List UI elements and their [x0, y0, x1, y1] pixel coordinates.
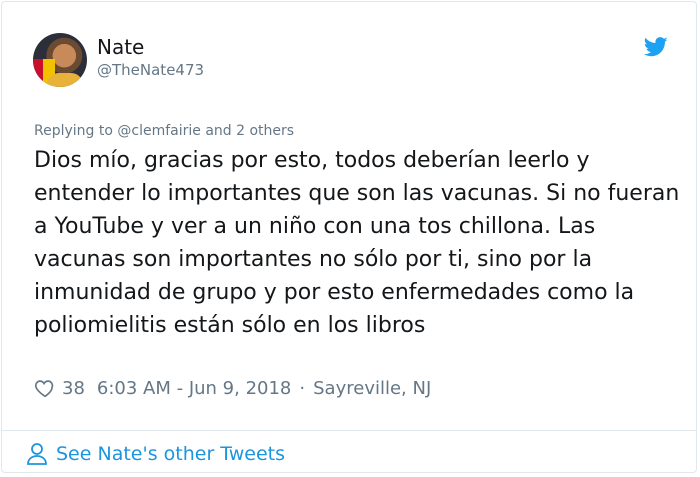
- see-other-tweets-label[interactable]: See Nate's other Tweets: [56, 443, 285, 465]
- tweet-meta: 38 6:03 AM - Jun 9, 2018 · Sayreville, N…: [34, 377, 431, 399]
- user-handle[interactable]: @TheNate473: [97, 61, 204, 79]
- like-count[interactable]: 38: [62, 378, 85, 399]
- person-icon: [27, 443, 47, 465]
- avatar-shirt-detail: [47, 73, 83, 87]
- user-name[interactable]: Nate: [97, 35, 144, 59]
- tweet-card: Nate @TheNate473 Replying to @clemfairie…: [1, 1, 697, 473]
- see-other-tweets-link[interactable]: See Nate's other Tweets: [26, 442, 285, 466]
- footer-divider: [2, 430, 696, 431]
- heart-icon[interactable]: [34, 377, 56, 399]
- twitter-bird-icon[interactable]: [644, 37, 668, 57]
- tweet-timestamp[interactable]: 6:03 AM - Jun 9, 2018: [97, 378, 291, 399]
- meta-separator: ·: [299, 377, 306, 399]
- avatar[interactable]: [33, 33, 87, 87]
- tweet-text: Dios mío, gracias por esto, todos deberí…: [34, 148, 680, 338]
- tweet-location[interactable]: Sayreville, NJ: [313, 378, 431, 399]
- replying-to-text[interactable]: Replying to @clemfairie and 2 others: [34, 123, 294, 139]
